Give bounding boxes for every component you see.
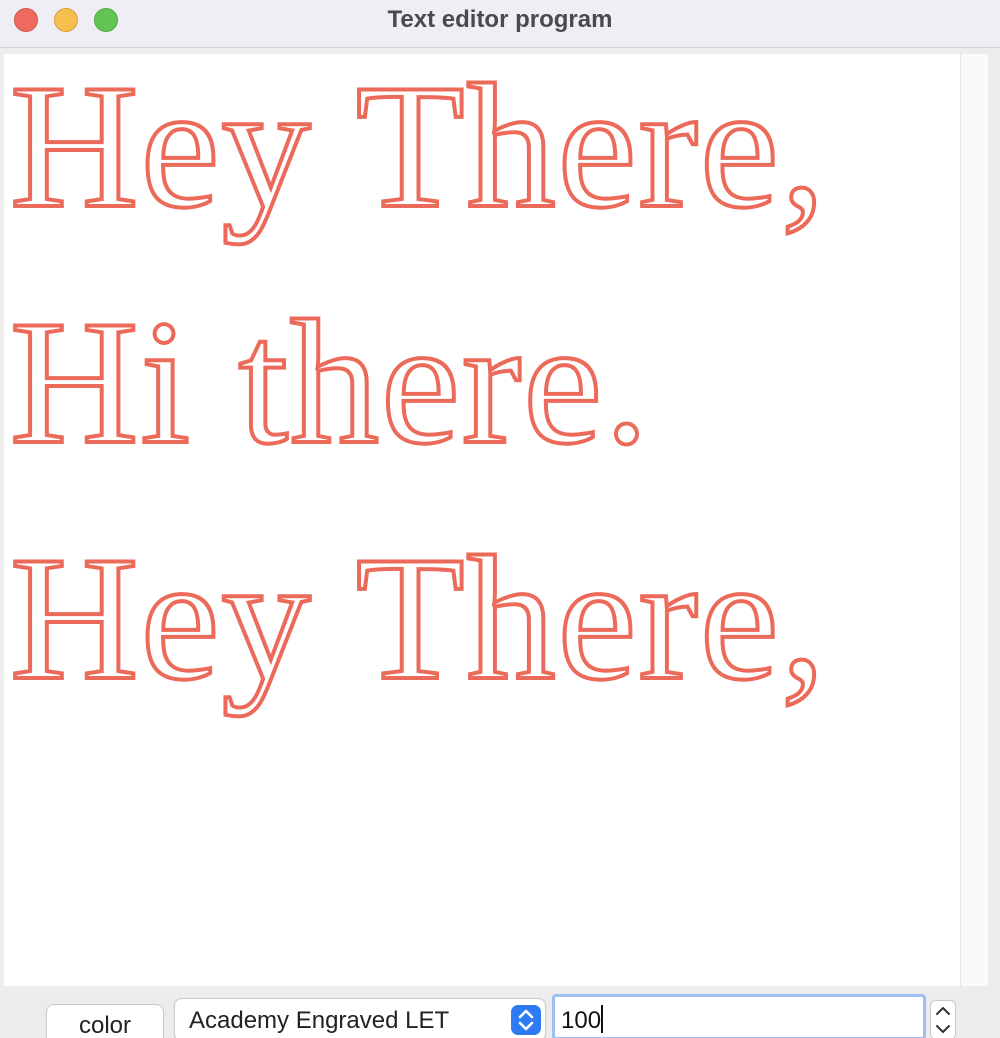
font-family-selected: Academy Engraved LET — [189, 1007, 450, 1034]
color-button[interactable]: color — [46, 1004, 164, 1038]
vertical-scrollbar[interactable] — [960, 54, 988, 986]
chevron-updown-icon[interactable] — [511, 1005, 541, 1035]
text-caret — [601, 1005, 604, 1033]
font-size-value: 100 — [561, 1007, 602, 1034]
font-family-select[interactable]: Academy Engraved LET — [174, 998, 546, 1038]
text-line[interactable]: Hey There, — [8, 500, 827, 736]
font-size-input[interactable]: 100 — [552, 994, 926, 1038]
text-line[interactable]: Hi there. — [8, 264, 827, 500]
font-size-stepper[interactable] — [930, 1000, 956, 1038]
text-lines: Hey There, Hi there. Hey There, — [8, 54, 827, 736]
app-window: Text editor program Hey There, Hi there.… — [0, 0, 1000, 1038]
chevron-up-icon[interactable] — [931, 1001, 955, 1020]
text-line[interactable]: Hey There, — [8, 54, 827, 264]
text-editor-area[interactable]: Hey There, Hi there. Hey There, — [4, 54, 960, 986]
title-bar[interactable]: Text editor program — [0, 0, 1000, 48]
window-title: Text editor program — [387, 6, 613, 33]
chevron-down-icon[interactable] — [931, 1020, 955, 1038]
bottom-toolbar: color Academy Engraved LET 100 — [0, 986, 1000, 1038]
